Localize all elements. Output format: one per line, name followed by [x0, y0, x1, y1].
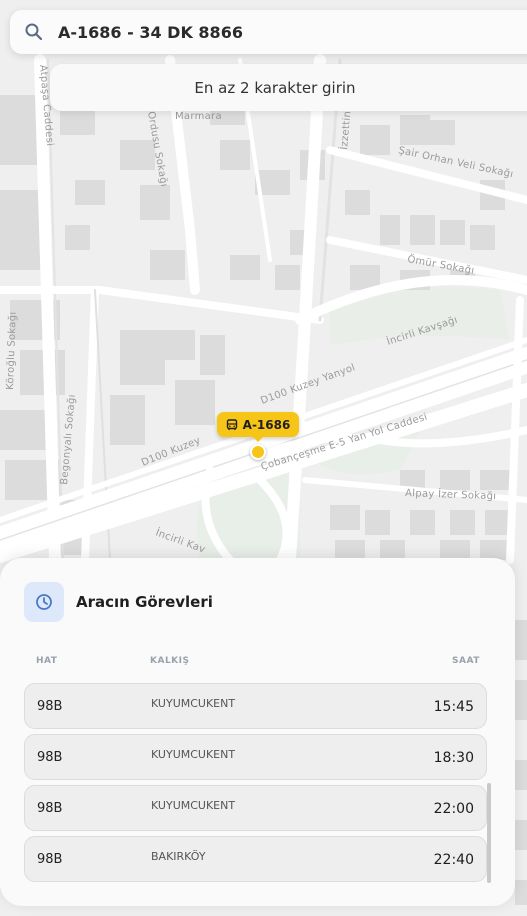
column-header-hat: HAT	[36, 656, 58, 666]
task-saat: 22:00	[433, 801, 474, 817]
task-kalkis: BAKIRKÖY	[151, 850, 206, 863]
search-input[interactable]	[58, 22, 478, 42]
vehicle-marker-label[interactable]: A-1686	[217, 412, 299, 442]
tasks-scrollbar[interactable]	[487, 783, 491, 883]
task-saat: 15:45	[433, 699, 474, 715]
task-kalkis: KUYUMCUKENT	[151, 748, 236, 761]
vehicle-marker-text: A-1686	[242, 417, 291, 432]
bus-icon	[226, 418, 237, 430]
clock-icon	[36, 594, 52, 610]
task-hat: 98B	[37, 801, 63, 816]
search-hint: En az 2 karakter girin	[50, 64, 527, 111]
column-header-kalkis: KALKIŞ	[150, 656, 190, 666]
column-header-saat: SAAT	[452, 656, 480, 666]
search-bar[interactable]	[10, 10, 527, 54]
search-icon	[25, 23, 43, 41]
street-label: Marmara	[175, 111, 222, 122]
task-row[interactable]: 98B KUYUMCUKENT 15:45	[24, 683, 487, 729]
panel-header: Aracın Görevleri	[24, 582, 213, 622]
task-kalkis: KUYUMCUKENT	[151, 697, 236, 710]
clock-icon-box	[24, 582, 64, 622]
task-hat: 98B	[37, 750, 63, 765]
search-hint-text: En az 2 karakter girin	[194, 78, 356, 97]
vehicle-location-dot[interactable]	[250, 444, 266, 460]
task-saat: 18:30	[433, 750, 474, 766]
task-row[interactable]: 98B KUYUMCUKENT 18:30	[24, 734, 487, 780]
task-hat: 98B	[37, 852, 63, 867]
task-row[interactable]: 98B KUYUMCUKENT 22:00	[24, 785, 487, 831]
task-kalkis: KUYUMCUKENT	[151, 799, 236, 812]
tasks-list[interactable]: 98B KUYUMCUKENT 15:45 98B KUYUMCUKENT 18…	[24, 683, 487, 883]
task-row[interactable]: 98B BAKIRKÖY 22:40	[24, 836, 487, 882]
vehicle-tasks-panel: Aracın Görevleri HAT KALKIŞ SAAT 98B KUY…	[0, 558, 515, 906]
task-saat: 22:40	[433, 852, 474, 868]
panel-title: Aracın Görevleri	[76, 593, 213, 611]
task-hat: 98B	[37, 699, 63, 714]
